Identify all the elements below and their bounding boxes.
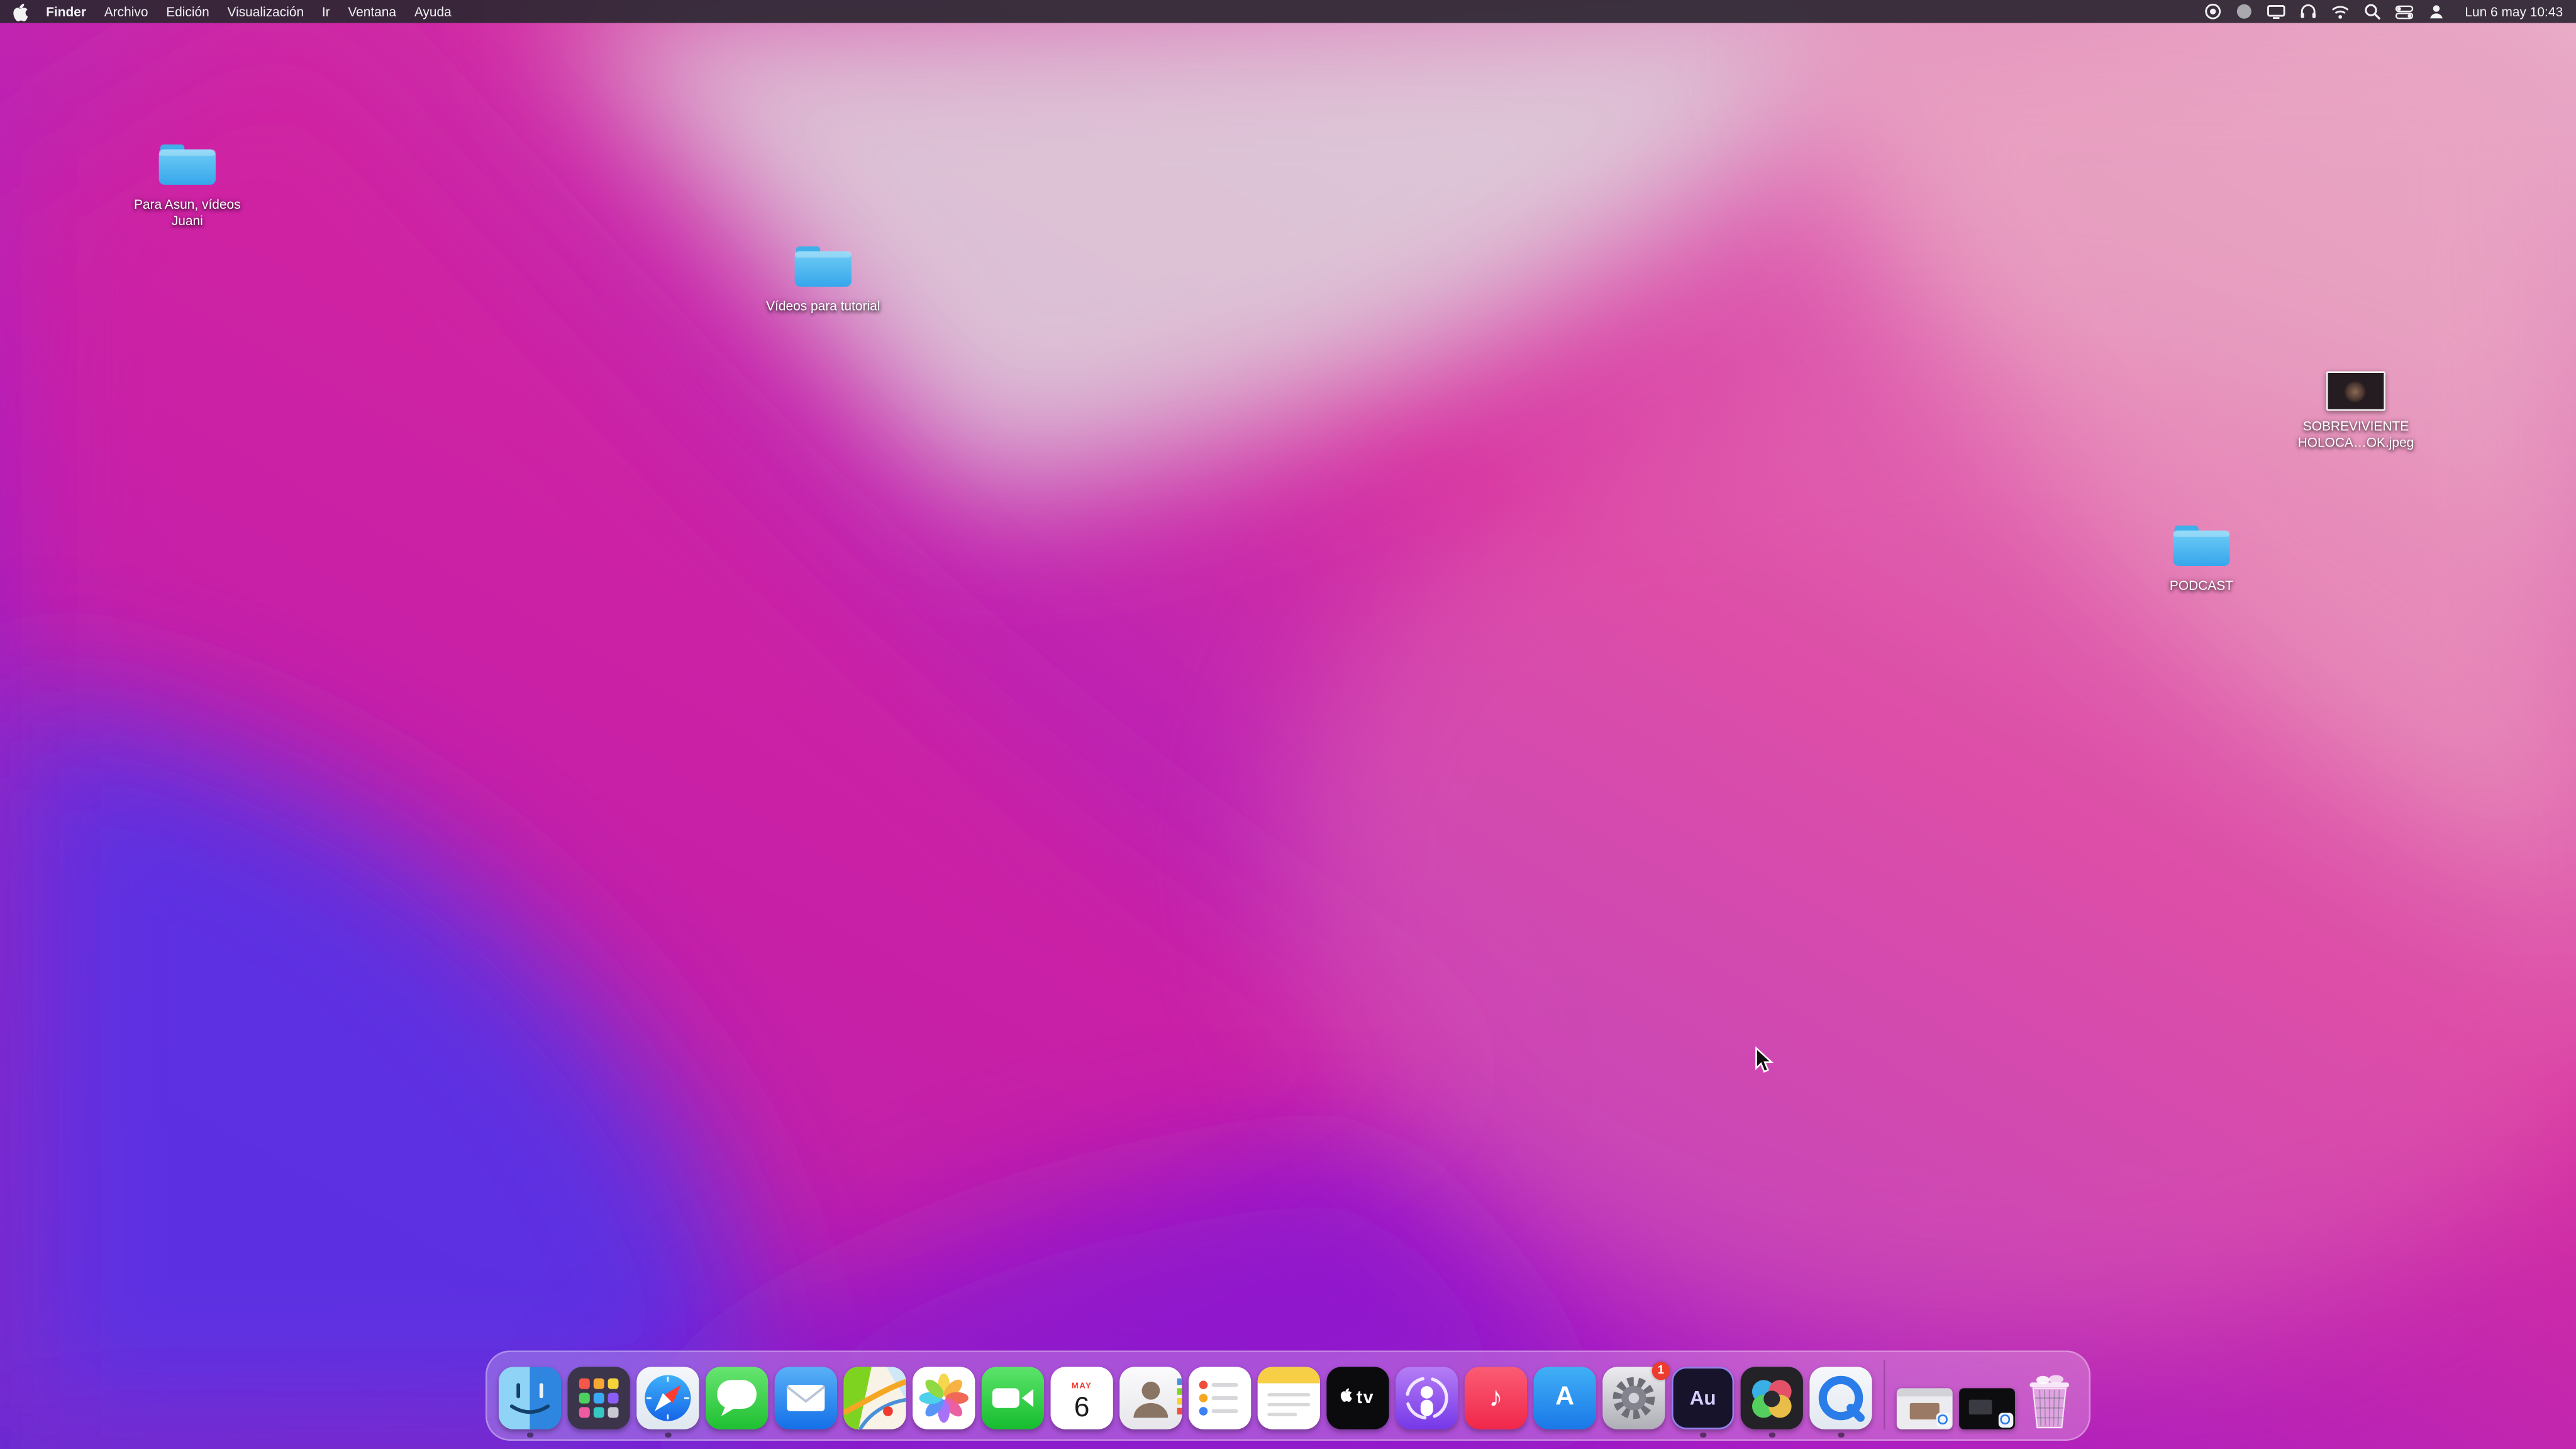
tv-label: tv (1356, 1388, 1374, 1408)
desktop-icon-label: Vídeos para tutorial (766, 299, 880, 314)
menu-finder[interactable]: Finder (46, 4, 86, 19)
dock-finder-icon[interactable] (498, 1367, 562, 1438)
dock-apple-tv-icon[interactable]: tv (1326, 1367, 1389, 1430)
desktop-icon-label: PODCAST (2169, 578, 2233, 594)
quicktime-badge-icon (1997, 1412, 2012, 1427)
dock-adobe-audition-icon[interactable]: Au (1671, 1367, 1735, 1438)
running-indicator (1838, 1431, 1844, 1438)
dock-safari-icon[interactable] (636, 1367, 699, 1438)
dock-trash-icon[interactable] (2021, 1370, 2077, 1430)
running-indicator (1768, 1431, 1775, 1438)
mini-window-content (1968, 1399, 1992, 1415)
dock-mail-icon[interactable] (774, 1367, 837, 1430)
desktop-icon-label: SOBREVIVIENTE HOLOCA…OK.jpeg (2297, 419, 2414, 451)
desktop-wallpaper (0, 0, 2576, 1449)
dock-divider (1883, 1360, 1885, 1430)
mouse-cursor (1755, 1046, 1774, 1073)
menu-ayuda[interactable]: Ayuda (414, 4, 452, 19)
notification-badge: 1 (1652, 1362, 1670, 1380)
apple-menu-icon[interactable] (13, 3, 28, 21)
calendar-day-label: 6 (1074, 1391, 1090, 1422)
folder-icon (792, 242, 854, 291)
desktop-image-sobreviviente[interactable]: SOBREVIVIENTE HOLOCA…OK.jpeg (2282, 371, 2429, 452)
dock-messages-icon[interactable] (705, 1367, 769, 1430)
dock-davinci-resolve-icon[interactable] (1740, 1367, 1803, 1438)
menu-ir[interactable]: Ir (322, 4, 330, 19)
dock-quicktime-icon[interactable] (1809, 1367, 1872, 1438)
control-center-icon[interactable] (2396, 4, 2414, 19)
dock: MAY 6 tv ♪ A 1 Au (485, 1350, 2091, 1441)
creative-cloud-icon[interactable] (2236, 3, 2253, 19)
dock-photos-icon[interactable] (913, 1367, 975, 1430)
user-switch-icon[interactable] (2429, 3, 2445, 19)
music-note-glyph: ♪ (1489, 1381, 1503, 1413)
dock-notes-icon[interactable] (1257, 1367, 1320, 1430)
menubar-clock[interactable]: Lun 6 may 10:43 (2465, 4, 2563, 19)
mini-window-content (1909, 1402, 1940, 1419)
headphones-icon[interactable] (2301, 3, 2317, 19)
dock-contacts-icon[interactable] (1119, 1367, 1182, 1430)
search-icon[interactable] (2365, 3, 2381, 19)
dock-podcasts-icon[interactable] (1396, 1367, 1458, 1430)
desktop-folder-para-asun[interactable]: Para Asun, vídeos Juani (113, 140, 261, 231)
menu-visualizacion[interactable]: Visualización (228, 4, 304, 19)
audition-label: Au (1689, 1386, 1716, 1410)
minimized-window-1[interactable] (1896, 1388, 1953, 1430)
dock-app-store-icon[interactable]: A (1533, 1367, 1596, 1430)
dock-music-icon[interactable]: ♪ (1464, 1367, 1528, 1430)
app-store-letter: A (1555, 1383, 1575, 1411)
menu-edicion[interactable]: Edición (166, 4, 209, 19)
image-thumbnail-icon (2326, 371, 2385, 411)
menu-bar: Finder Archivo Edición Visualización Ir … (0, 0, 2576, 23)
dock-facetime-icon[interactable] (981, 1367, 1045, 1430)
quicktime-badge-icon (1935, 1412, 1950, 1427)
dock-launchpad-icon[interactable] (567, 1367, 630, 1430)
running-indicator (1700, 1431, 1706, 1438)
display-icon[interactable] (2268, 4, 2286, 19)
menu-ventana[interactable]: Ventana (348, 4, 396, 19)
running-indicator (665, 1431, 671, 1438)
mini-window-titlebar (1896, 1388, 1953, 1396)
desktop-icon-label: Para Asun, vídeos Juani (133, 197, 241, 229)
calendar-month-label: MAY (1071, 1380, 1092, 1391)
desktop-folder-videos-tutorial[interactable]: Vídeos para tutorial (749, 242, 897, 316)
folder-icon (2170, 521, 2233, 570)
dock-maps-icon[interactable] (843, 1367, 906, 1430)
dock-calendar-icon[interactable]: MAY 6 (1050, 1367, 1113, 1430)
wifi-icon[interactable] (2332, 4, 2350, 19)
desktop-folder-podcast[interactable]: PODCAST (2128, 521, 2275, 595)
dock-reminders-icon[interactable] (1188, 1367, 1252, 1430)
running-indicator (526, 1431, 533, 1438)
menu-archivo[interactable]: Archivo (104, 4, 148, 19)
desktop-screen: Finder Archivo Edición Visualización Ir … (0, 0, 2576, 1449)
folder-icon (156, 140, 218, 189)
screen-record-icon[interactable] (2206, 3, 2222, 19)
dock-system-preferences-icon[interactable]: 1 (1602, 1362, 1670, 1430)
minimized-window-2[interactable] (1959, 1388, 2015, 1430)
